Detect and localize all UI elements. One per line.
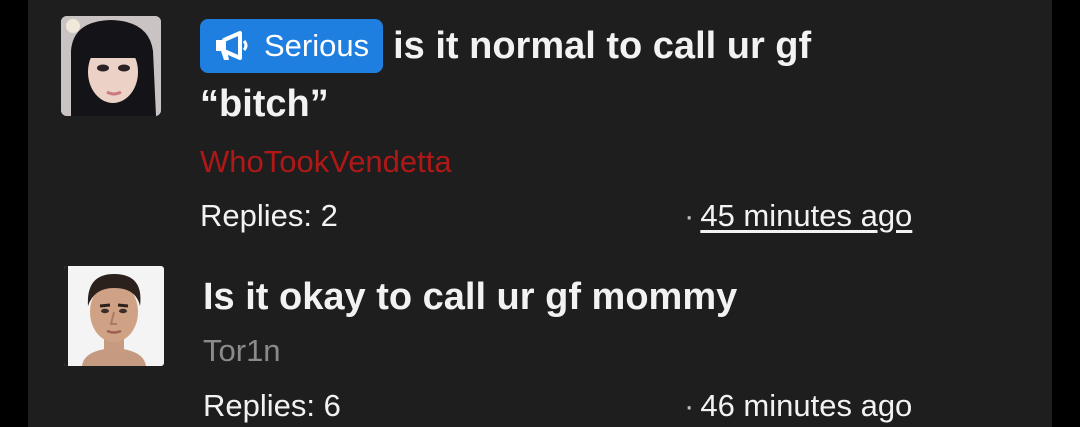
serious-badge[interactable]: Serious [200,19,384,73]
reply-count: Replies: 2 [200,198,338,233]
thread-author[interactable]: WhoTookVendetta [200,142,452,182]
thread-timestamp[interactable]: · 46 minutes ago [684,386,912,426]
user-avatar[interactable] [61,16,161,116]
thread-title-block[interactable]: Serious is it normal to call ur gf “bitc… [200,17,940,133]
user-avatar[interactable] [64,266,164,366]
timestamp-link[interactable]: 46 minutes ago [700,388,912,423]
thread-item[interactable]: Is it okay to call ur gf mommy Tor1n Rep… [28,250,1052,427]
megaphone-icon [212,30,254,62]
thread-item[interactable]: Serious is it normal to call ur gf “bitc… [28,0,1052,250]
separator-dot: · [684,388,695,423]
thread-timestamp[interactable]: · 45 minutes ago [684,196,912,236]
reply-count: Replies: 6 [203,388,341,423]
thread-author[interactable]: Tor1n [203,331,281,371]
thread-title[interactable]: Is it okay to call ur gf mommy [203,276,737,318]
timestamp-link[interactable]: 45 minutes ago [700,198,912,233]
avatar-image [64,266,164,366]
separator-dot: · [684,198,695,233]
avatar-image [61,16,161,116]
thread-title-block[interactable]: Is it okay to call ur gf mommy [203,268,943,326]
badge-label: Serious [264,28,370,63]
thread-list: Serious is it normal to call ur gf “bitc… [28,0,1052,427]
